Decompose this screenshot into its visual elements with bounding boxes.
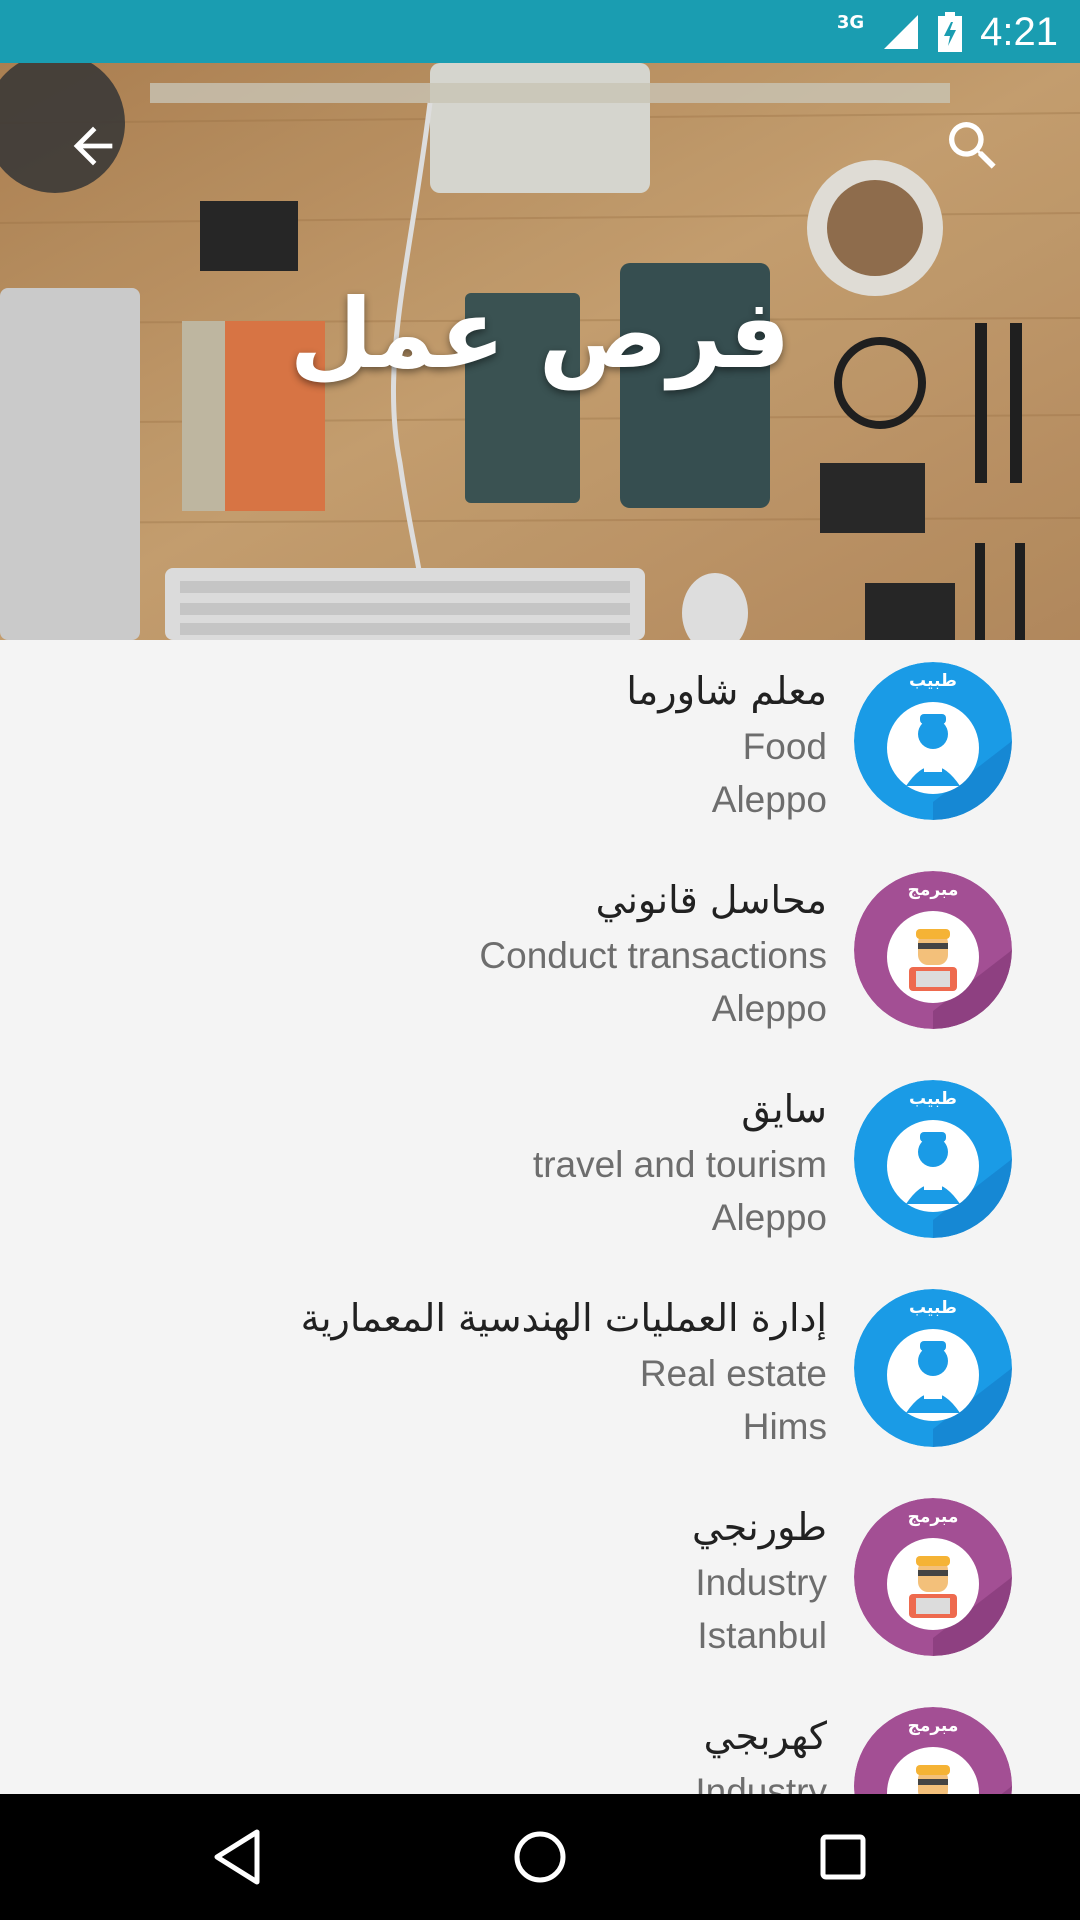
header-banner: فرص عمل	[0, 63, 1080, 640]
network-type: 3G	[836, 11, 865, 33]
job-location: Hims	[742, 1406, 827, 1447]
avatar-label: طبيب	[909, 1298, 957, 1318]
doctor-avatar-icon: طبيب	[854, 662, 1012, 820]
nav-home-button[interactable]	[500, 1817, 580, 1897]
list-item[interactable]: سايق travel and tourism Aleppo طبيب	[0, 1058, 1080, 1267]
search-icon	[949, 122, 996, 169]
status-icons: 3G 4:21	[837, 8, 1058, 56]
job-text: محاسل قانوني Conduct transactions Aleppo	[67, 871, 827, 1035]
page-title: فرص عمل	[289, 278, 791, 390]
job-text: إدارة العمليات الهندسية المعمارية Real e…	[67, 1289, 827, 1453]
job-location: Aleppo	[711, 988, 827, 1029]
search-button[interactable]	[928, 101, 1018, 191]
list-item[interactable]: كهربجي Industry مبرمج	[0, 1685, 1080, 1794]
nav-back-icon	[214, 1829, 260, 1885]
nav-home-icon	[514, 1831, 566, 1883]
list-item[interactable]: محاسل قانوني Conduct transactions Aleppo…	[0, 849, 1080, 1058]
job-category: Food	[742, 726, 827, 767]
status-bar: 3G 4:21	[0, 0, 1080, 63]
doctor-avatar-icon: طبيب	[854, 1289, 1012, 1447]
programmer-avatar-icon: مبرمج	[854, 1498, 1012, 1656]
nav-recents-icon	[820, 1834, 866, 1880]
job-title: طورنجي	[691, 1505, 827, 1549]
avatar-label: مبرمج	[908, 880, 959, 900]
job-text: طورنجي Industry Istanbul	[67, 1498, 827, 1662]
nav-recents-button[interactable]	[803, 1817, 883, 1897]
job-text: معلم شاورما Food Aleppo	[67, 662, 827, 826]
list-item[interactable]: طورنجي Industry Istanbul مبرمج	[0, 1476, 1080, 1685]
programmer-avatar-icon: مبرمج	[854, 1707, 1012, 1794]
programmer-avatar-icon: مبرمج	[854, 871, 1012, 1029]
avatar-label: مبرمج	[908, 1716, 959, 1736]
job-category: Conduct transactions	[479, 935, 827, 976]
job-location: Aleppo	[711, 1197, 827, 1238]
job-title: إدارة العمليات الهندسية المعمارية	[300, 1296, 827, 1340]
job-title: محاسل قانوني	[595, 878, 827, 922]
clock: 4:21	[980, 9, 1058, 54]
back-button[interactable]	[48, 101, 138, 191]
job-location: Aleppo	[711, 779, 827, 820]
job-category: travel and tourism	[532, 1144, 827, 1185]
list-item[interactable]: معلم شاورما Food Aleppo طبيب	[0, 640, 1080, 849]
job-title: سايق	[741, 1087, 827, 1131]
job-location: Istanbul	[697, 1615, 827, 1656]
list-item[interactable]: إدارة العمليات الهندسية المعمارية Real e…	[0, 1267, 1080, 1476]
battery-icon	[938, 12, 963, 52]
job-category: Real estate	[639, 1353, 827, 1394]
job-text: سايق travel and tourism Aleppo	[67, 1080, 827, 1244]
avatar-label: طبيب	[909, 671, 957, 691]
job-title: كهربجي	[703, 1714, 827, 1758]
job-text: كهربجي Industry	[67, 1707, 827, 1794]
arrow-back-icon	[73, 126, 113, 166]
job-category: Industry	[695, 1562, 827, 1603]
doctor-avatar-icon: طبيب	[854, 1080, 1012, 1238]
navigation-bar	[0, 1794, 1080, 1920]
avatar-label: مبرمج	[908, 1507, 959, 1527]
job-list[interactable]: معلم شاورما Food Aleppo طبيب محاسل قانون…	[0, 640, 1080, 1794]
avatar-label: طبيب	[909, 1089, 957, 1109]
nav-back-button[interactable]	[197, 1817, 277, 1897]
job-title: معلم شاورما	[626, 669, 827, 713]
job-category: Industry	[695, 1771, 827, 1794]
signal-icon	[884, 15, 919, 49]
